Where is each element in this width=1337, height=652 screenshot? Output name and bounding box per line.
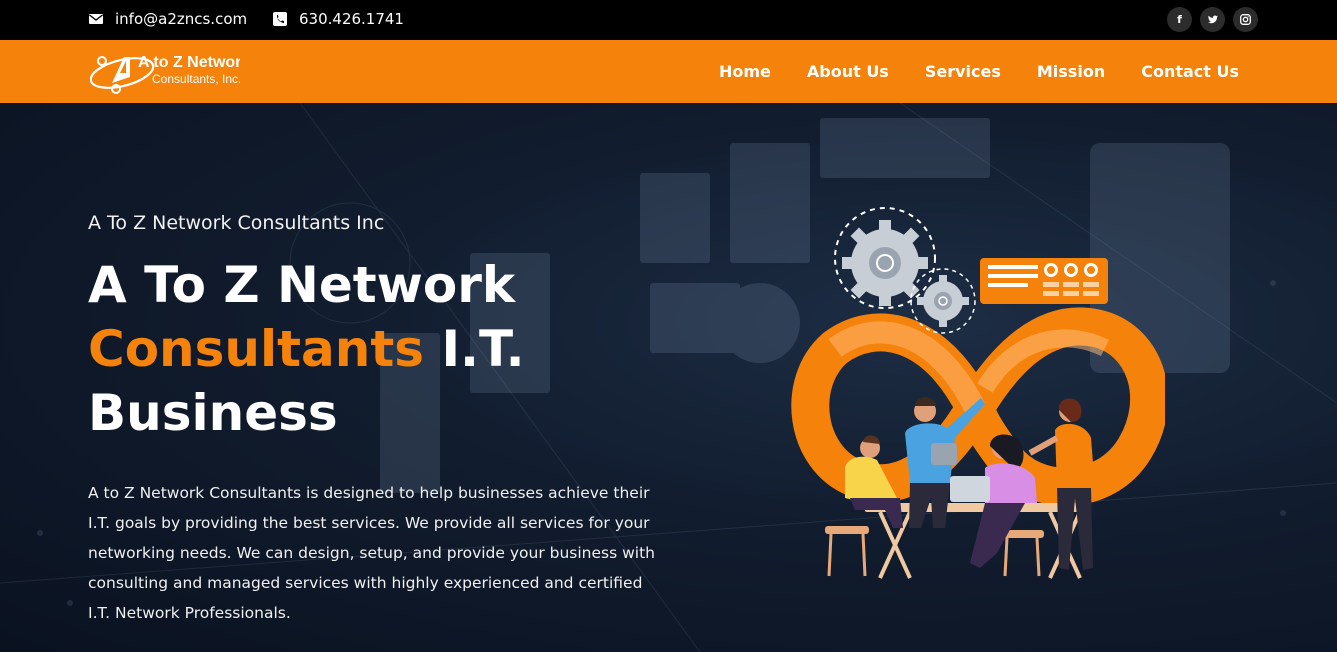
hero-title-rest: I.T. — [424, 320, 525, 378]
gear-small-icon — [910, 268, 976, 334]
primary-nav: Home About Us Services Mission Contact U… — [719, 40, 1239, 103]
main-navbar: A to Z Network Consultants, Inc. Home Ab… — [0, 40, 1337, 103]
instagram-icon[interactable] — [1233, 7, 1258, 32]
nav-contact-us[interactable]: Contact Us — [1141, 62, 1239, 81]
hero-title-line3: Business — [88, 384, 338, 442]
hero-description: A to Z Network Consultants is designed t… — [88, 484, 656, 622]
nav-about-us[interactable]: About Us — [807, 62, 889, 81]
stools-graphic — [825, 526, 1044, 577]
hero-title: A To Z Network Consultants I.T. Business — [88, 253, 648, 445]
logo-line2: Consultants, Inc. — [152, 72, 240, 86]
envelope-icon — [89, 14, 103, 24]
social-links: f — [1167, 7, 1258, 32]
twitter-bird-icon — [1207, 14, 1218, 23]
hero-title-accent: Consultants — [88, 320, 425, 378]
hero-section: A To Z Network Consultants Inc A To Z Ne… — [0, 103, 1337, 652]
phone-icon — [273, 12, 287, 26]
hero-title-line1: A To Z Network — [88, 256, 516, 314]
email-contact[interactable]: info@a2zncs.com — [88, 10, 247, 28]
email-text[interactable]: info@a2zncs.com — [115, 10, 247, 28]
nav-services[interactable]: Services — [925, 62, 1001, 81]
team-infinity-illustration — [791, 207, 1165, 579]
nav-mission[interactable]: Mission — [1037, 62, 1105, 81]
phone-contact[interactable]: 630.426.1741 — [272, 10, 404, 28]
instagram-glyph-icon — [1240, 14, 1251, 25]
company-logo[interactable]: A to Z Network Consultants, Inc. — [89, 47, 250, 95]
twitter-icon[interactable] — [1200, 7, 1225, 32]
control-panel-graphic — [980, 258, 1108, 304]
facebook-icon[interactable]: f — [1167, 7, 1192, 32]
top-bar: info@a2zncs.com 630.426.1741 f — [0, 0, 1337, 40]
phone-text[interactable]: 630.426.1741 — [299, 10, 404, 28]
logo-line1: A to Z Network — [138, 54, 240, 71]
logo-graphic: A to Z Network Consultants, Inc. — [89, 54, 250, 94]
nav-home[interactable]: Home — [719, 62, 771, 81]
gear-large-icon — [834, 207, 936, 309]
hero-subtitle: A To Z Network Consultants Inc — [88, 212, 385, 234]
